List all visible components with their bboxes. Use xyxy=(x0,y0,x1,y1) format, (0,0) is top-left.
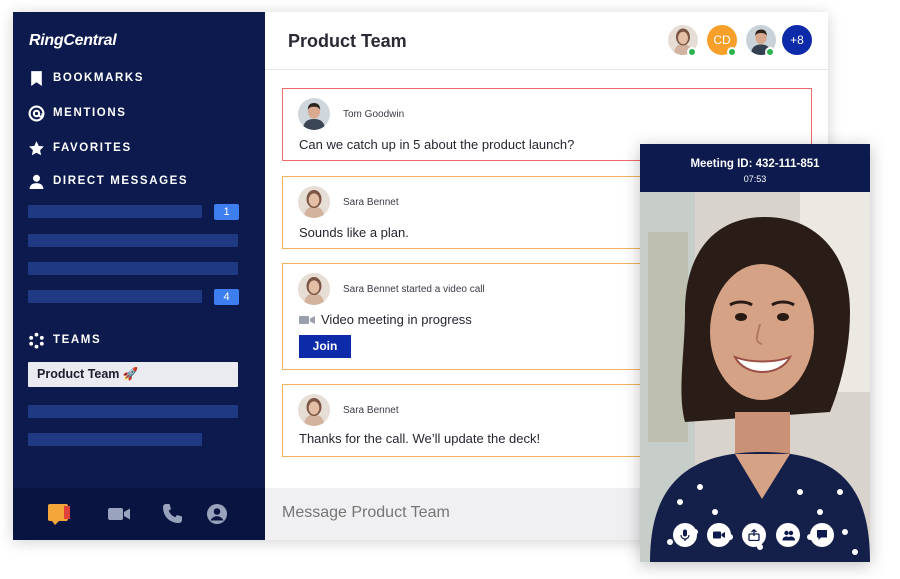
sidebar-item-mentions[interactable]: MENTIONS xyxy=(28,103,127,123)
sidebar-item-label: BOOKMARKS xyxy=(53,72,145,84)
join-button[interactable]: Join xyxy=(299,335,351,358)
message-text: Thanks for the call. We’ll update the de… xyxy=(299,431,541,446)
mic-button[interactable] xyxy=(673,523,697,547)
video-icon[interactable] xyxy=(107,502,131,526)
unread-badge: 1 xyxy=(214,204,239,220)
share-button[interactable] xyxy=(742,523,766,547)
phone-icon[interactable] xyxy=(160,502,184,526)
woman-avatar-icon xyxy=(298,186,330,218)
sidebar-item-direct-messages[interactable]: DIRECT MESSAGES xyxy=(28,171,188,191)
star-icon xyxy=(29,140,44,155)
conversation-header: Product Team CD +8 xyxy=(265,12,828,70)
video-call-window: Meeting ID: 432-111-851 07:53 xyxy=(640,144,870,562)
sidebar: RingCentral BOOKMARKS MENTIONS FAVORITES… xyxy=(13,12,265,540)
message-author: Tom Goodwin xyxy=(343,109,405,120)
message-author: Sara Bennet xyxy=(343,405,399,416)
message-icon[interactable] xyxy=(47,502,71,526)
share-icon xyxy=(748,529,760,541)
avatar xyxy=(298,98,330,130)
participants-button[interactable] xyxy=(776,523,800,547)
avatar xyxy=(298,186,330,218)
sidebar-footer xyxy=(13,488,265,540)
ringcentral-logo: RingCentral xyxy=(29,32,117,49)
person-icon xyxy=(29,174,44,189)
message-text: Can we catch up in 5 about the product l… xyxy=(299,137,575,152)
dm-item[interactable] xyxy=(28,234,238,247)
sidebar-item-label: DIRECT MESSAGES xyxy=(53,175,189,187)
avatar xyxy=(298,394,330,426)
sidebar-item-teams[interactable]: TEAMS xyxy=(28,330,101,350)
unread-badge: 4 xyxy=(214,289,239,305)
message-input[interactable] xyxy=(282,504,682,522)
chat-icon xyxy=(817,530,827,540)
message-text: Sounds like a plan. xyxy=(299,225,409,240)
sidebar-item-label: FAVORITES xyxy=(53,142,132,154)
participants-icon xyxy=(782,530,795,540)
video-status: Video meeting in progress xyxy=(299,312,472,327)
dm-item[interactable] xyxy=(28,205,202,218)
dm-item[interactable] xyxy=(28,290,202,303)
meeting-id: Meeting ID: 432-111-851 xyxy=(690,158,820,170)
team-item-product-team[interactable]: Product Team 🚀 xyxy=(28,362,238,387)
mic-icon xyxy=(680,529,690,541)
man-avatar-icon xyxy=(298,98,330,130)
team-item[interactable] xyxy=(28,433,202,446)
teams-icon xyxy=(29,332,44,349)
bookmark-icon xyxy=(31,70,42,86)
more-members-badge[interactable]: +8 xyxy=(782,25,812,55)
message-author: Sara Bennet started a video call xyxy=(343,284,485,295)
online-indicator xyxy=(727,47,737,57)
camera-icon xyxy=(713,531,725,539)
online-indicator xyxy=(687,47,697,57)
team-item[interactable] xyxy=(28,405,238,418)
online-indicator xyxy=(765,47,775,57)
at-icon xyxy=(28,105,45,121)
sidebar-item-favorites[interactable]: FAVORITES xyxy=(28,138,132,158)
woman-avatar-icon xyxy=(298,394,330,426)
dm-item[interactable] xyxy=(28,262,238,275)
woman-avatar-icon xyxy=(298,273,330,305)
sidebar-item-bookmarks[interactable]: BOOKMARKS xyxy=(28,68,144,88)
video-camera-icon xyxy=(299,315,315,324)
meeting-timer: 07:53 xyxy=(743,174,767,184)
camera-button[interactable] xyxy=(707,523,731,547)
sidebar-item-label: MENTIONS xyxy=(53,107,127,119)
sidebar-item-label: TEAMS xyxy=(53,334,102,346)
participant-video-feed xyxy=(640,192,870,562)
video-status-text: Video meeting in progress xyxy=(321,312,472,327)
page-title: Product Team xyxy=(288,31,407,51)
avatar xyxy=(298,273,330,305)
contacts-icon[interactable] xyxy=(205,502,229,526)
message-author: Sara Bennet xyxy=(343,197,399,208)
video-call-header: Meeting ID: 432-111-851 07:53 xyxy=(640,144,870,192)
chat-button[interactable] xyxy=(810,523,834,547)
